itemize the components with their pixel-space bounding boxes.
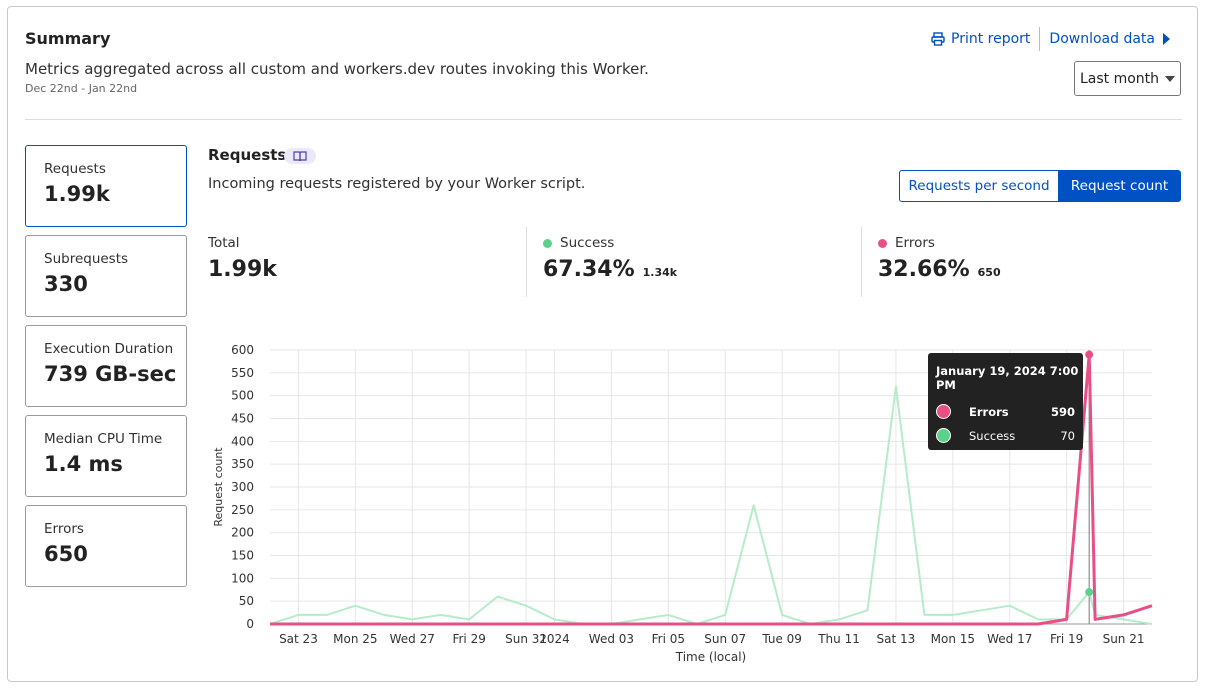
tooltip-row-success: Success 70 bbox=[936, 428, 1075, 443]
tile-label: Median CPU Time bbox=[44, 431, 163, 447]
x-tick-label: Fri 29 bbox=[452, 632, 485, 646]
x-tick-label: Fri 05 bbox=[652, 632, 685, 646]
tile-median-cpu-time[interactable]: Median CPU Time 1.4 ms bbox=[25, 415, 187, 497]
printer-icon bbox=[931, 32, 945, 46]
errors-swatch-icon bbox=[936, 404, 951, 419]
stat-success-value: 67.34% bbox=[543, 257, 635, 282]
stat-errors: Errors 32.66% 650 bbox=[878, 235, 1001, 282]
tooltip-row-errors: Errors 590 bbox=[936, 404, 1075, 419]
stat-errors-value: 32.66% bbox=[878, 257, 970, 282]
x-tick-label: Wed 27 bbox=[390, 632, 435, 646]
y-tick-label: 550 bbox=[231, 366, 254, 380]
section-divider bbox=[25, 119, 1182, 120]
errors-dot-icon bbox=[878, 238, 887, 248]
tile-label: Execution Duration bbox=[44, 341, 174, 357]
print-report-label: Print report bbox=[951, 31, 1031, 47]
stat-divider bbox=[861, 227, 862, 297]
y-tick-label: 200 bbox=[231, 526, 254, 540]
download-data-link[interactable]: Download data bbox=[1049, 31, 1171, 47]
y-axis-title: Request count bbox=[212, 447, 225, 527]
report-actions: Print report Download data bbox=[931, 27, 1171, 51]
success-swatch-icon bbox=[936, 428, 951, 443]
documentation-badge[interactable] bbox=[284, 148, 316, 164]
tooltip-row-name: Success bbox=[969, 428, 1016, 443]
chart-tooltip: January 19, 2024 7:00 PM Errors 590 Succ… bbox=[928, 353, 1083, 450]
date-range: Dec 22nd - Jan 22nd bbox=[25, 82, 138, 95]
request-count-button[interactable]: Request count bbox=[1058, 170, 1181, 202]
tile-errors[interactable]: Errors 650 bbox=[25, 505, 187, 587]
x-tick-label: Tue 09 bbox=[761, 632, 802, 646]
requests-title: Requests bbox=[208, 146, 287, 164]
requests-per-second-button[interactable]: Requests per second bbox=[899, 170, 1058, 202]
tile-requests[interactable]: Requests 1.99k bbox=[25, 145, 187, 227]
y-tick-label: 450 bbox=[231, 412, 254, 426]
y-tick-label: 100 bbox=[231, 571, 254, 585]
tile-value: 1.4 ms bbox=[44, 452, 123, 476]
stat-divider bbox=[526, 227, 527, 297]
metric-toggle: Requests per second Request count bbox=[899, 170, 1181, 202]
success-dot-icon bbox=[543, 238, 552, 248]
tooltip-title: January 19, 2024 7:00 PM bbox=[936, 364, 1079, 392]
book-icon bbox=[293, 150, 307, 161]
x-tick-label: Thu 11 bbox=[817, 632, 860, 646]
link-separator bbox=[1039, 27, 1041, 51]
caret-right-icon bbox=[1163, 33, 1170, 45]
x-tick-label: Sun 07 bbox=[704, 632, 746, 646]
tile-label: Errors bbox=[44, 521, 84, 537]
requests-description: Incoming requests registered by your Wor… bbox=[208, 176, 586, 192]
y-tick-label: 300 bbox=[231, 480, 254, 494]
y-tick-label: 600 bbox=[231, 343, 254, 357]
print-report-link[interactable]: Print report bbox=[931, 31, 1030, 47]
tile-value: 739 GB-sec bbox=[44, 362, 177, 386]
period-select[interactable]: Last month bbox=[1074, 61, 1181, 96]
summary-description: Metrics aggregated across all custom and… bbox=[25, 60, 649, 78]
stat-success-label: Success bbox=[560, 235, 615, 251]
x-tick-label: Sun 21 bbox=[1103, 632, 1145, 646]
x-tick-label: Wed 03 bbox=[589, 632, 634, 646]
tile-label: Requests bbox=[44, 161, 106, 177]
stat-total: Total 1.99k bbox=[208, 235, 277, 282]
tooltip-row-name: Errors bbox=[969, 404, 1009, 419]
y-tick-label: 500 bbox=[231, 389, 254, 403]
tile-execution-duration[interactable]: Execution Duration 739 GB-sec bbox=[25, 325, 187, 407]
x-tick-label: 2024 bbox=[539, 632, 570, 646]
y-tick-label: 350 bbox=[231, 457, 254, 471]
download-data-label: Download data bbox=[1049, 31, 1155, 47]
tile-label: Subrequests bbox=[44, 251, 129, 267]
x-tick-label: Mon 15 bbox=[931, 632, 975, 646]
tooltip-row-value: 70 bbox=[1060, 428, 1075, 443]
stat-errors-count: 650 bbox=[977, 266, 1001, 279]
y-tick-label: 400 bbox=[231, 434, 254, 448]
tooltip-row-value: 590 bbox=[1050, 404, 1075, 419]
stat-success: Success 67.34% 1.34k bbox=[543, 235, 677, 282]
period-value: Last month bbox=[1079, 70, 1160, 87]
y-tick-label: 50 bbox=[239, 594, 254, 608]
stat-total-label: Total bbox=[208, 235, 240, 251]
summary-title: Summary bbox=[25, 29, 111, 48]
stat-errors-label: Errors bbox=[895, 235, 935, 251]
hover-point-success bbox=[1085, 588, 1094, 597]
y-tick-label: 250 bbox=[231, 503, 254, 517]
tile-subrequests[interactable]: Subrequests 330 bbox=[25, 235, 187, 317]
tile-value: 330 bbox=[44, 272, 88, 296]
x-tick-label: Mon 25 bbox=[333, 632, 377, 646]
tile-value: 1.99k bbox=[44, 182, 110, 206]
x-tick-label: Wed 17 bbox=[987, 632, 1032, 646]
x-tick-label: Sat 23 bbox=[279, 632, 318, 646]
x-tick-label: Sat 13 bbox=[877, 632, 916, 646]
tile-value: 650 bbox=[44, 542, 88, 566]
stat-total-value: 1.99k bbox=[208, 257, 277, 282]
caret-down-icon bbox=[1165, 75, 1176, 82]
hover-point-errors bbox=[1085, 350, 1094, 359]
stat-success-count: 1.34k bbox=[642, 266, 678, 279]
y-tick-label: 0 bbox=[246, 617, 254, 631]
y-tick-label: 150 bbox=[231, 549, 254, 563]
x-axis-title: Time (local) bbox=[675, 650, 747, 664]
x-tick-label: Fri 19 bbox=[1050, 632, 1083, 646]
